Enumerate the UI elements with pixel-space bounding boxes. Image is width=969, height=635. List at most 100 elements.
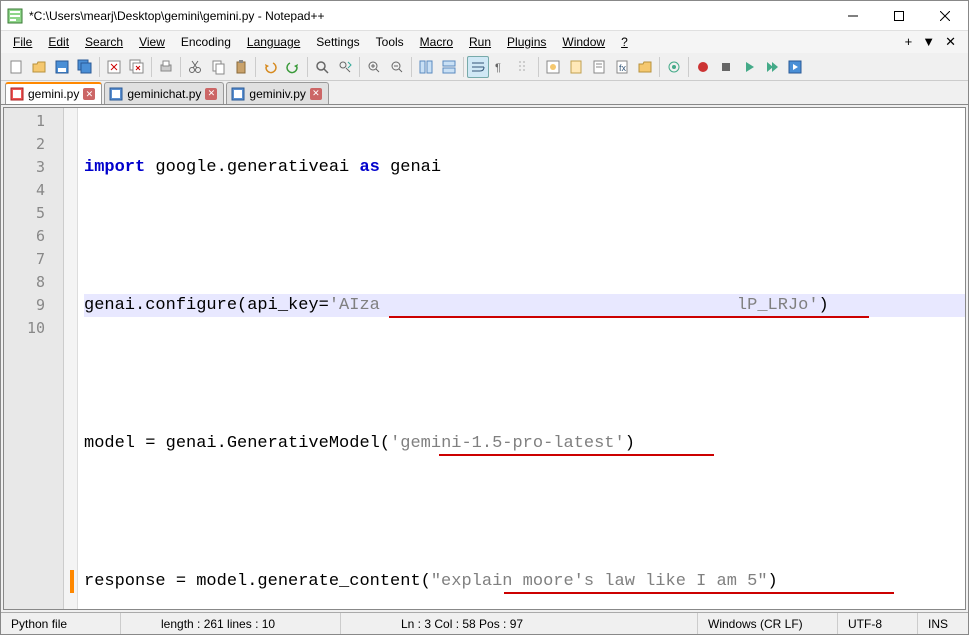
status-eol[interactable]: Windows (CR LF) (698, 613, 838, 634)
menu-tools[interactable]: Tools (368, 33, 412, 51)
close-all-icon[interactable] (126, 56, 148, 78)
status-mode[interactable]: INS (918, 613, 968, 634)
undo-icon[interactable] (259, 56, 281, 78)
line-number: 4 (4, 179, 63, 202)
doc-map-icon[interactable] (565, 56, 587, 78)
line-number-gutter: 1 2 3 4 5 6 7 8 9 10 (4, 108, 64, 609)
tab-close-icon[interactable]: ✕ (205, 88, 217, 100)
copy-icon[interactable] (207, 56, 229, 78)
code-line: model = genai.GenerativeModel('gemini-1.… (84, 432, 965, 455)
menu-help[interactable]: ? (613, 33, 636, 51)
indent-guide-icon[interactable] (513, 56, 535, 78)
open-file-icon[interactable] (28, 56, 50, 78)
doc-list-icon[interactable] (588, 56, 610, 78)
tab-close-icon[interactable]: ✕ (310, 88, 322, 100)
tab-label: gemini.py (28, 87, 79, 101)
line-number: 5 (4, 202, 63, 225)
play-multi-icon[interactable] (761, 56, 783, 78)
underline-annotation (504, 592, 894, 594)
new-file-icon[interactable] (5, 56, 27, 78)
replace-icon[interactable] (334, 56, 356, 78)
sync-h-icon[interactable] (438, 56, 460, 78)
code-line (84, 501, 965, 524)
tab-label: geminichat.py (127, 87, 201, 101)
menu-language[interactable]: Language (239, 33, 308, 51)
code-line: response = model.generate_content("expla… (84, 570, 965, 593)
line-number: 8 (4, 271, 63, 294)
record-icon[interactable] (692, 56, 714, 78)
find-icon[interactable] (311, 56, 333, 78)
paste-icon[interactable] (230, 56, 252, 78)
save-macro-icon[interactable] (784, 56, 806, 78)
tab-geminiv-py[interactable]: geminiv.py ✕ (226, 82, 328, 104)
show-all-chars-icon[interactable]: ¶ (490, 56, 512, 78)
change-marker-icon (70, 570, 74, 593)
code-area[interactable]: import google.generativeai as genai gena… (78, 108, 965, 609)
underline-annotation (439, 454, 714, 456)
menu-view[interactable]: View (131, 33, 173, 51)
zoom-out-icon[interactable] (386, 56, 408, 78)
code-line: genai.configure(api_key='AIza lP_LRJo') (84, 294, 965, 317)
wordwrap-icon[interactable] (467, 56, 489, 78)
func-list-icon[interactable]: fx (611, 56, 633, 78)
redo-icon[interactable] (282, 56, 304, 78)
change-margin (64, 108, 78, 609)
file-modified-icon (10, 87, 24, 101)
code-line: import google.generativeai as genai (84, 156, 965, 179)
save-icon[interactable] (51, 56, 73, 78)
stop-icon[interactable] (715, 56, 737, 78)
menu-settings[interactable]: Settings (308, 33, 367, 51)
menubar: File Edit Search View Encoding Language … (1, 31, 968, 53)
menu-file[interactable]: File (5, 33, 40, 51)
menu-search[interactable]: Search (77, 33, 131, 51)
tab-geminichat-py[interactable]: geminichat.py ✕ (104, 82, 224, 104)
maximize-button[interactable] (876, 1, 922, 31)
menu-edit[interactable]: Edit (40, 33, 77, 51)
code-line (84, 363, 965, 386)
menubar-plus-icon[interactable]: + (905, 34, 913, 50)
menu-macro[interactable]: Macro (412, 33, 461, 51)
titlebar: *C:\Users\mearj\Desktop\gemini\gemini.py… (1, 1, 968, 31)
svg-text:fx: fx (619, 63, 627, 73)
editor: 1 2 3 4 5 6 7 8 9 10 import google.gener… (3, 107, 966, 610)
statusbar: Python file length : 261 lines : 10 Ln :… (1, 612, 968, 634)
menubar-dropdown-icon[interactable]: ▼ (922, 34, 935, 50)
status-encoding[interactable]: UTF-8 (838, 613, 918, 634)
line-number: 7 (4, 248, 63, 271)
menu-plugins[interactable]: Plugins (499, 33, 554, 51)
menu-run[interactable]: Run (461, 33, 499, 51)
close-file-icon[interactable] (103, 56, 125, 78)
status-filetype: Python file (1, 613, 121, 634)
lang-udl-icon[interactable] (542, 56, 564, 78)
folder-workspace-icon[interactable] (634, 56, 656, 78)
menu-window[interactable]: Window (554, 33, 613, 51)
cut-icon[interactable] (184, 56, 206, 78)
line-number: 1 (4, 110, 63, 133)
menubar-close-icon[interactable]: ✕ (945, 34, 956, 50)
svg-text:¶: ¶ (495, 62, 501, 74)
line-number: 10 (4, 317, 63, 340)
status-length: length : 261 lines : 10 (121, 613, 341, 634)
file-icon (109, 87, 123, 101)
file-icon (231, 87, 245, 101)
menu-encoding[interactable]: Encoding (173, 33, 239, 51)
line-number: 3 (4, 156, 63, 179)
tab-close-icon[interactable]: ✕ (83, 88, 95, 100)
window-controls (830, 1, 968, 31)
window-title: *C:\Users\mearj\Desktop\gemini\gemini.py… (29, 9, 830, 23)
status-position: Ln : 3 Col : 58 Pos : 97 (341, 613, 698, 634)
monitor-icon[interactable] (663, 56, 685, 78)
sync-v-icon[interactable] (415, 56, 437, 78)
play-icon[interactable] (738, 56, 760, 78)
print-icon[interactable] (155, 56, 177, 78)
tab-gemini-py[interactable]: gemini.py ✕ (5, 82, 102, 104)
zoom-in-icon[interactable] (363, 56, 385, 78)
save-all-icon[interactable] (74, 56, 96, 78)
minimize-button[interactable] (830, 1, 876, 31)
app-icon (7, 8, 23, 24)
line-number: 2 (4, 133, 63, 156)
line-number: 6 (4, 225, 63, 248)
tab-label: geminiv.py (249, 87, 305, 101)
close-button[interactable] (922, 1, 968, 31)
code-line (84, 225, 965, 248)
